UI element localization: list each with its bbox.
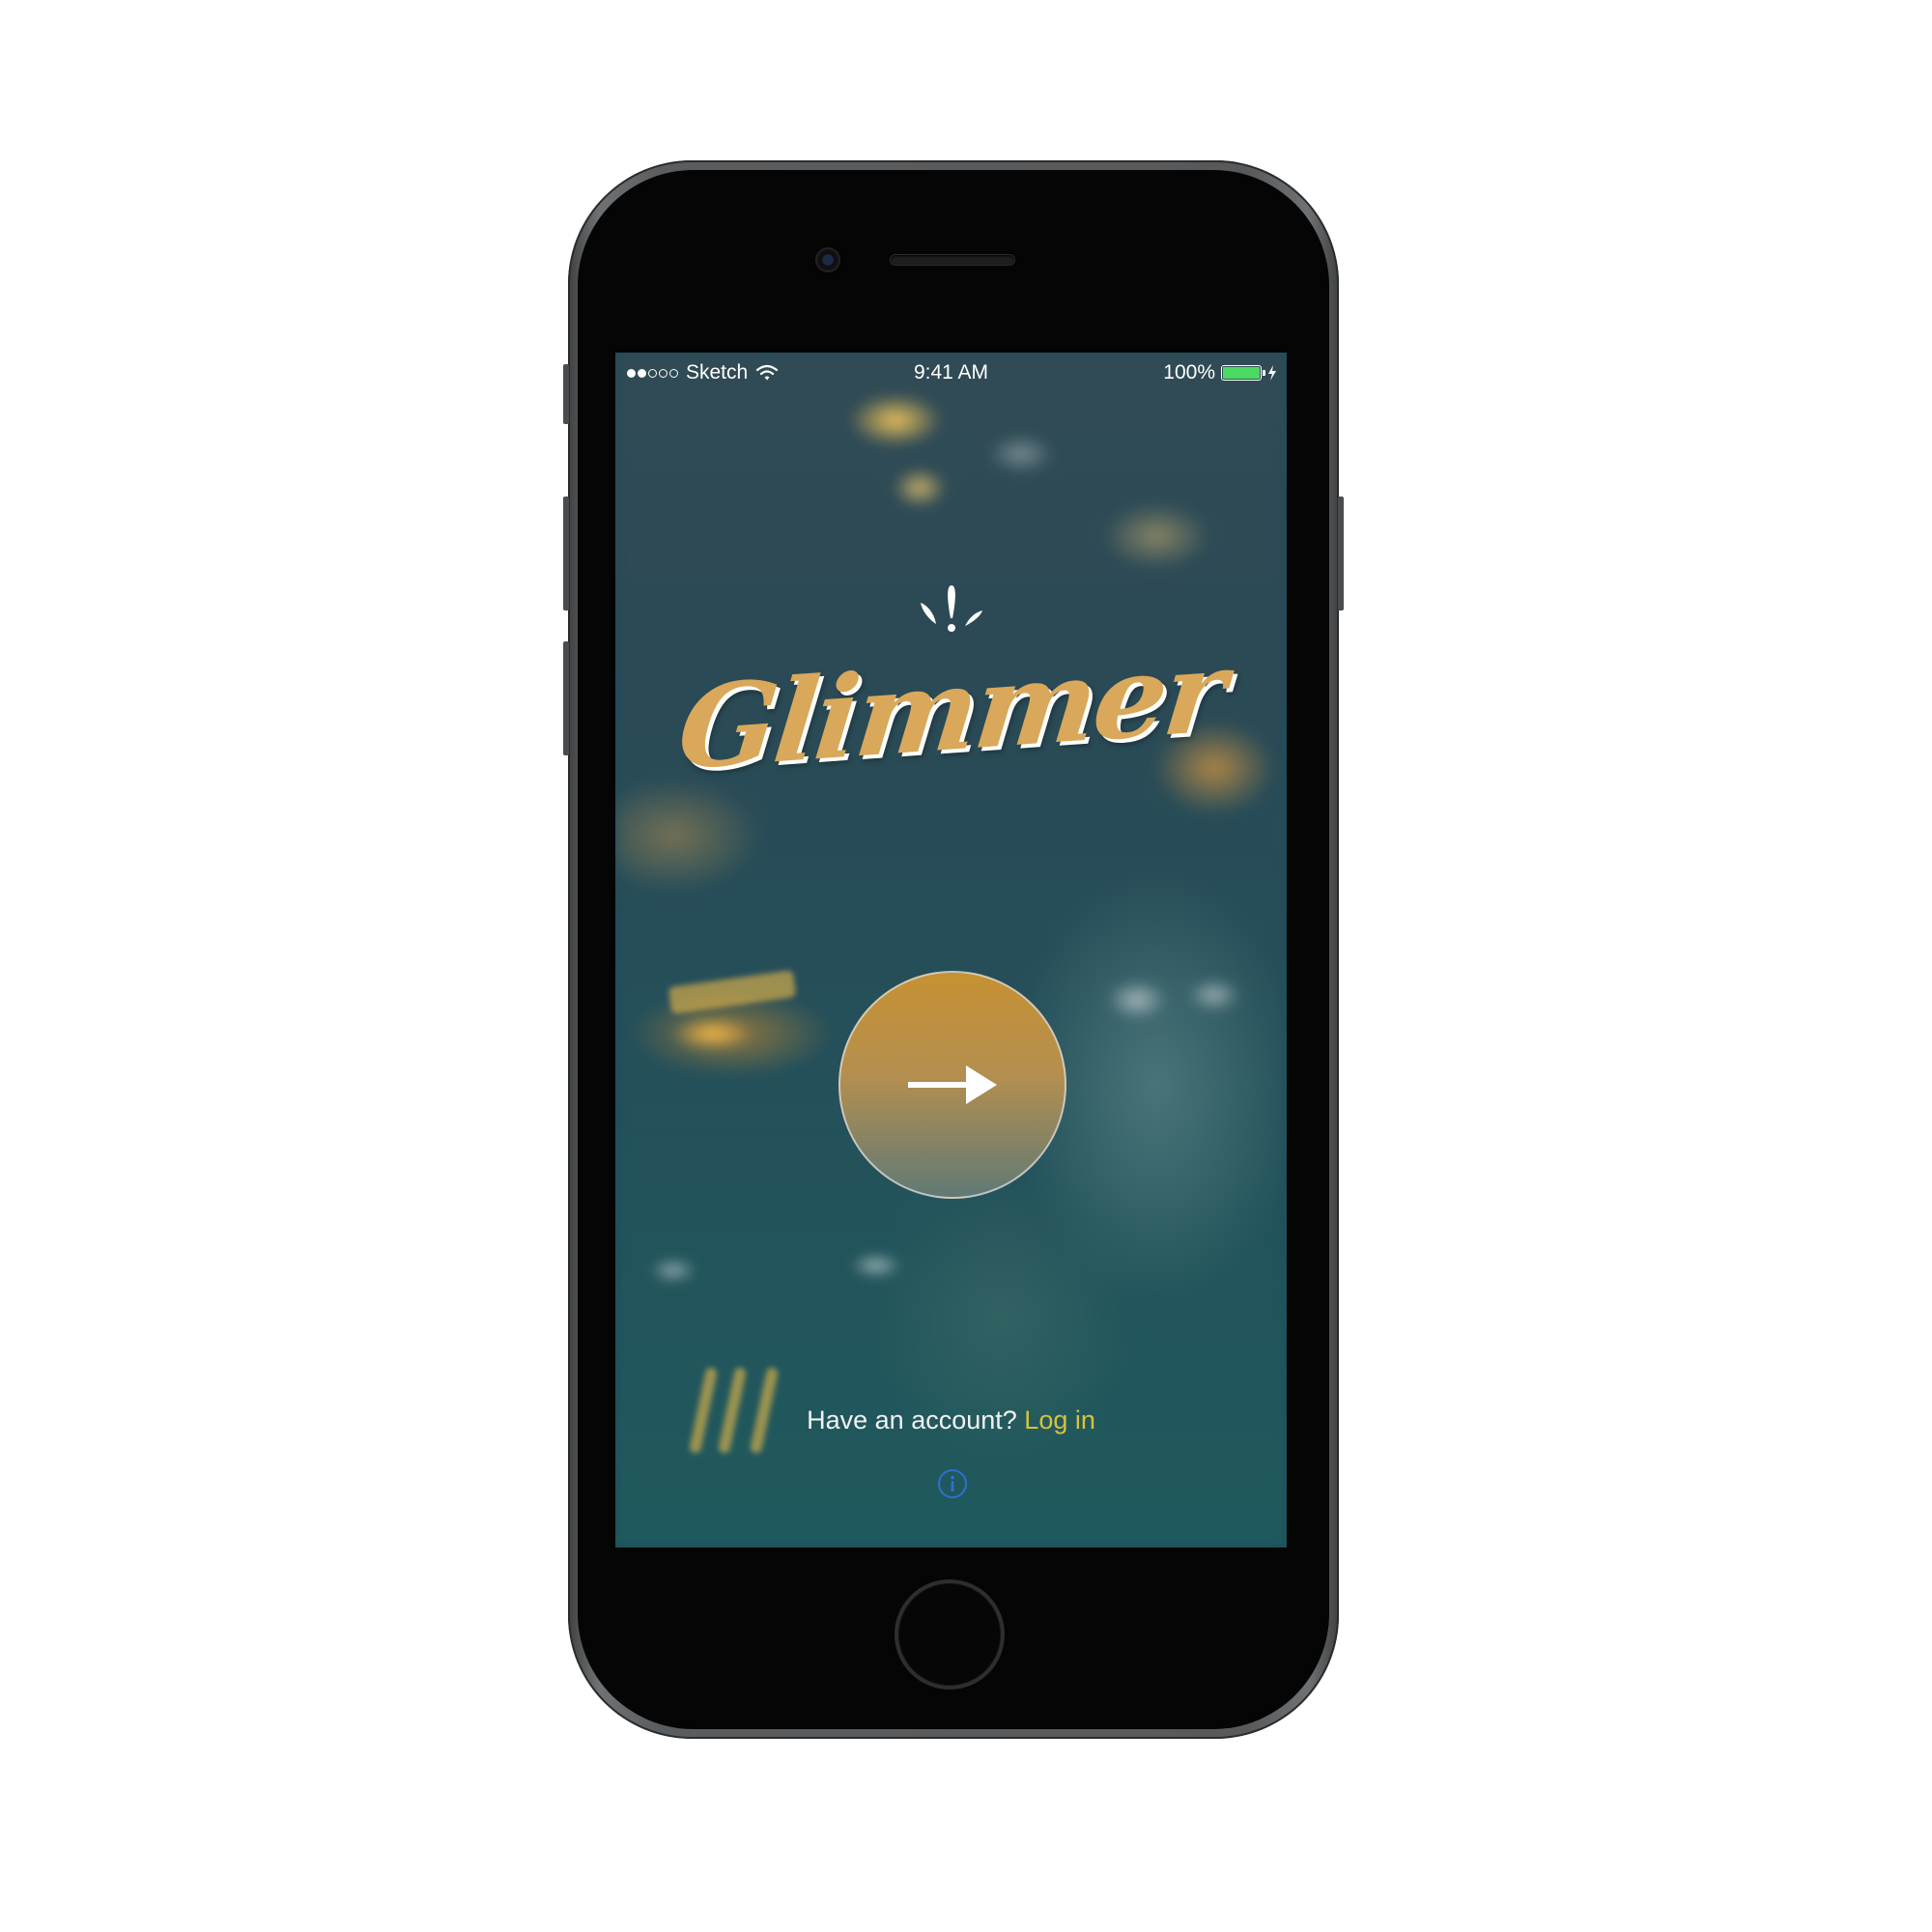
sparkle-drops-icon	[921, 585, 982, 632]
info-icon[interactable]	[937, 1468, 968, 1499]
battery-percentage: 100%	[1163, 361, 1215, 384]
account-prompt: Have an account? Log in	[615, 1406, 1287, 1435]
account-prompt-text: Have an account?	[807, 1406, 1017, 1435]
volume-up-button	[563, 497, 569, 611]
blurred-city-background	[615, 353, 1287, 1548]
home-button[interactable]	[895, 1579, 1005, 1690]
charging-bolt-icon	[1268, 365, 1276, 381]
mute-switch	[563, 364, 569, 424]
status-bar: Sketch 9:41 AM 100%	[615, 353, 1287, 391]
status-right: 100%	[1163, 361, 1277, 384]
arrow-right-icon	[908, 1065, 997, 1104]
battery-icon	[1221, 365, 1265, 381]
front-camera	[817, 249, 838, 270]
earpiece-speaker	[891, 255, 1014, 265]
power-button	[1338, 497, 1344, 611]
login-link[interactable]: Log in	[1024, 1406, 1095, 1435]
continue-button[interactable]	[838, 971, 1066, 1199]
volume-down-button	[563, 641, 569, 755]
app-screen: Sketch 9:41 AM 100% Glimmer Have an acco…	[615, 353, 1287, 1548]
